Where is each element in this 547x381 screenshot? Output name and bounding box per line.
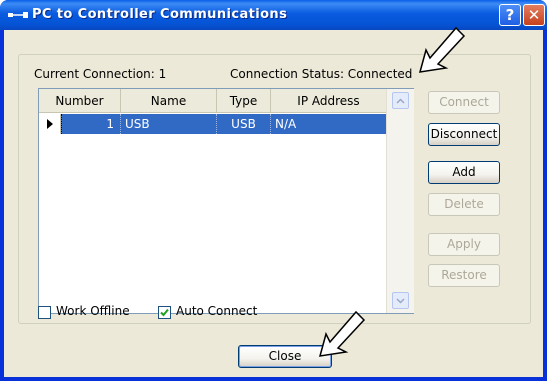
close-window-button[interactable]: ✕ <box>523 4 545 26</box>
scroll-up-icon[interactable] <box>392 92 409 109</box>
table-row[interactable]: 1 USB USB N/A <box>39 114 386 134</box>
work-offline-checkbox[interactable] <box>38 306 51 319</box>
column-header-type[interactable]: Type <box>217 89 271 113</box>
checkmark-icon <box>160 308 169 317</box>
pointer-arrow-icon <box>418 26 466 73</box>
row-pointer-icon <box>39 114 61 134</box>
auto-connect-checkbox[interactable] <box>158 306 171 319</box>
delete-button[interactable]: Delete <box>428 193 500 216</box>
connect-button[interactable]: Connect <box>428 91 500 114</box>
restore-button[interactable]: Restore <box>428 264 500 287</box>
connection-status-label: Connection Status: Connected <box>230 67 413 81</box>
apply-button[interactable]: Apply <box>428 233 500 256</box>
table-header: Number Name Type IP Address <box>39 89 386 113</box>
window-title: PC to Controller Communications <box>32 7 288 22</box>
column-header-ip-address[interactable]: IP Address <box>271 89 386 113</box>
help-button[interactable]: ? <box>499 4 521 26</box>
auto-connect-label[interactable]: Auto Connect <box>176 304 257 318</box>
dialog-window: PC to Controller Communications ? ✕ Curr… <box>0 0 547 381</box>
pointer-arrow-icon <box>318 310 366 357</box>
work-offline-label[interactable]: Work Offline <box>56 304 130 318</box>
vertical-scrollbar[interactable] <box>386 89 414 313</box>
dialog-client-area: Current Connection: 1 Connection Status:… <box>4 30 543 377</box>
current-connection-label: Current Connection: 1 <box>34 67 167 81</box>
column-header-number[interactable]: Number <box>39 89 121 113</box>
cell-ip-address[interactable]: N/A <box>271 114 386 134</box>
connections-table[interactable]: Number Name Type IP Address 1 USB USB N/… <box>38 88 414 314</box>
cell-number[interactable]: 1 <box>61 114 121 134</box>
connection-cable-icon <box>8 12 28 18</box>
cell-name[interactable]: USB <box>121 114 217 134</box>
add-button[interactable]: Add <box>428 161 500 184</box>
disconnect-button[interactable]: Disconnect <box>428 123 500 146</box>
column-header-name[interactable]: Name <box>121 89 217 113</box>
scroll-down-icon[interactable] <box>392 292 409 309</box>
cell-type[interactable]: USB <box>217 114 271 134</box>
